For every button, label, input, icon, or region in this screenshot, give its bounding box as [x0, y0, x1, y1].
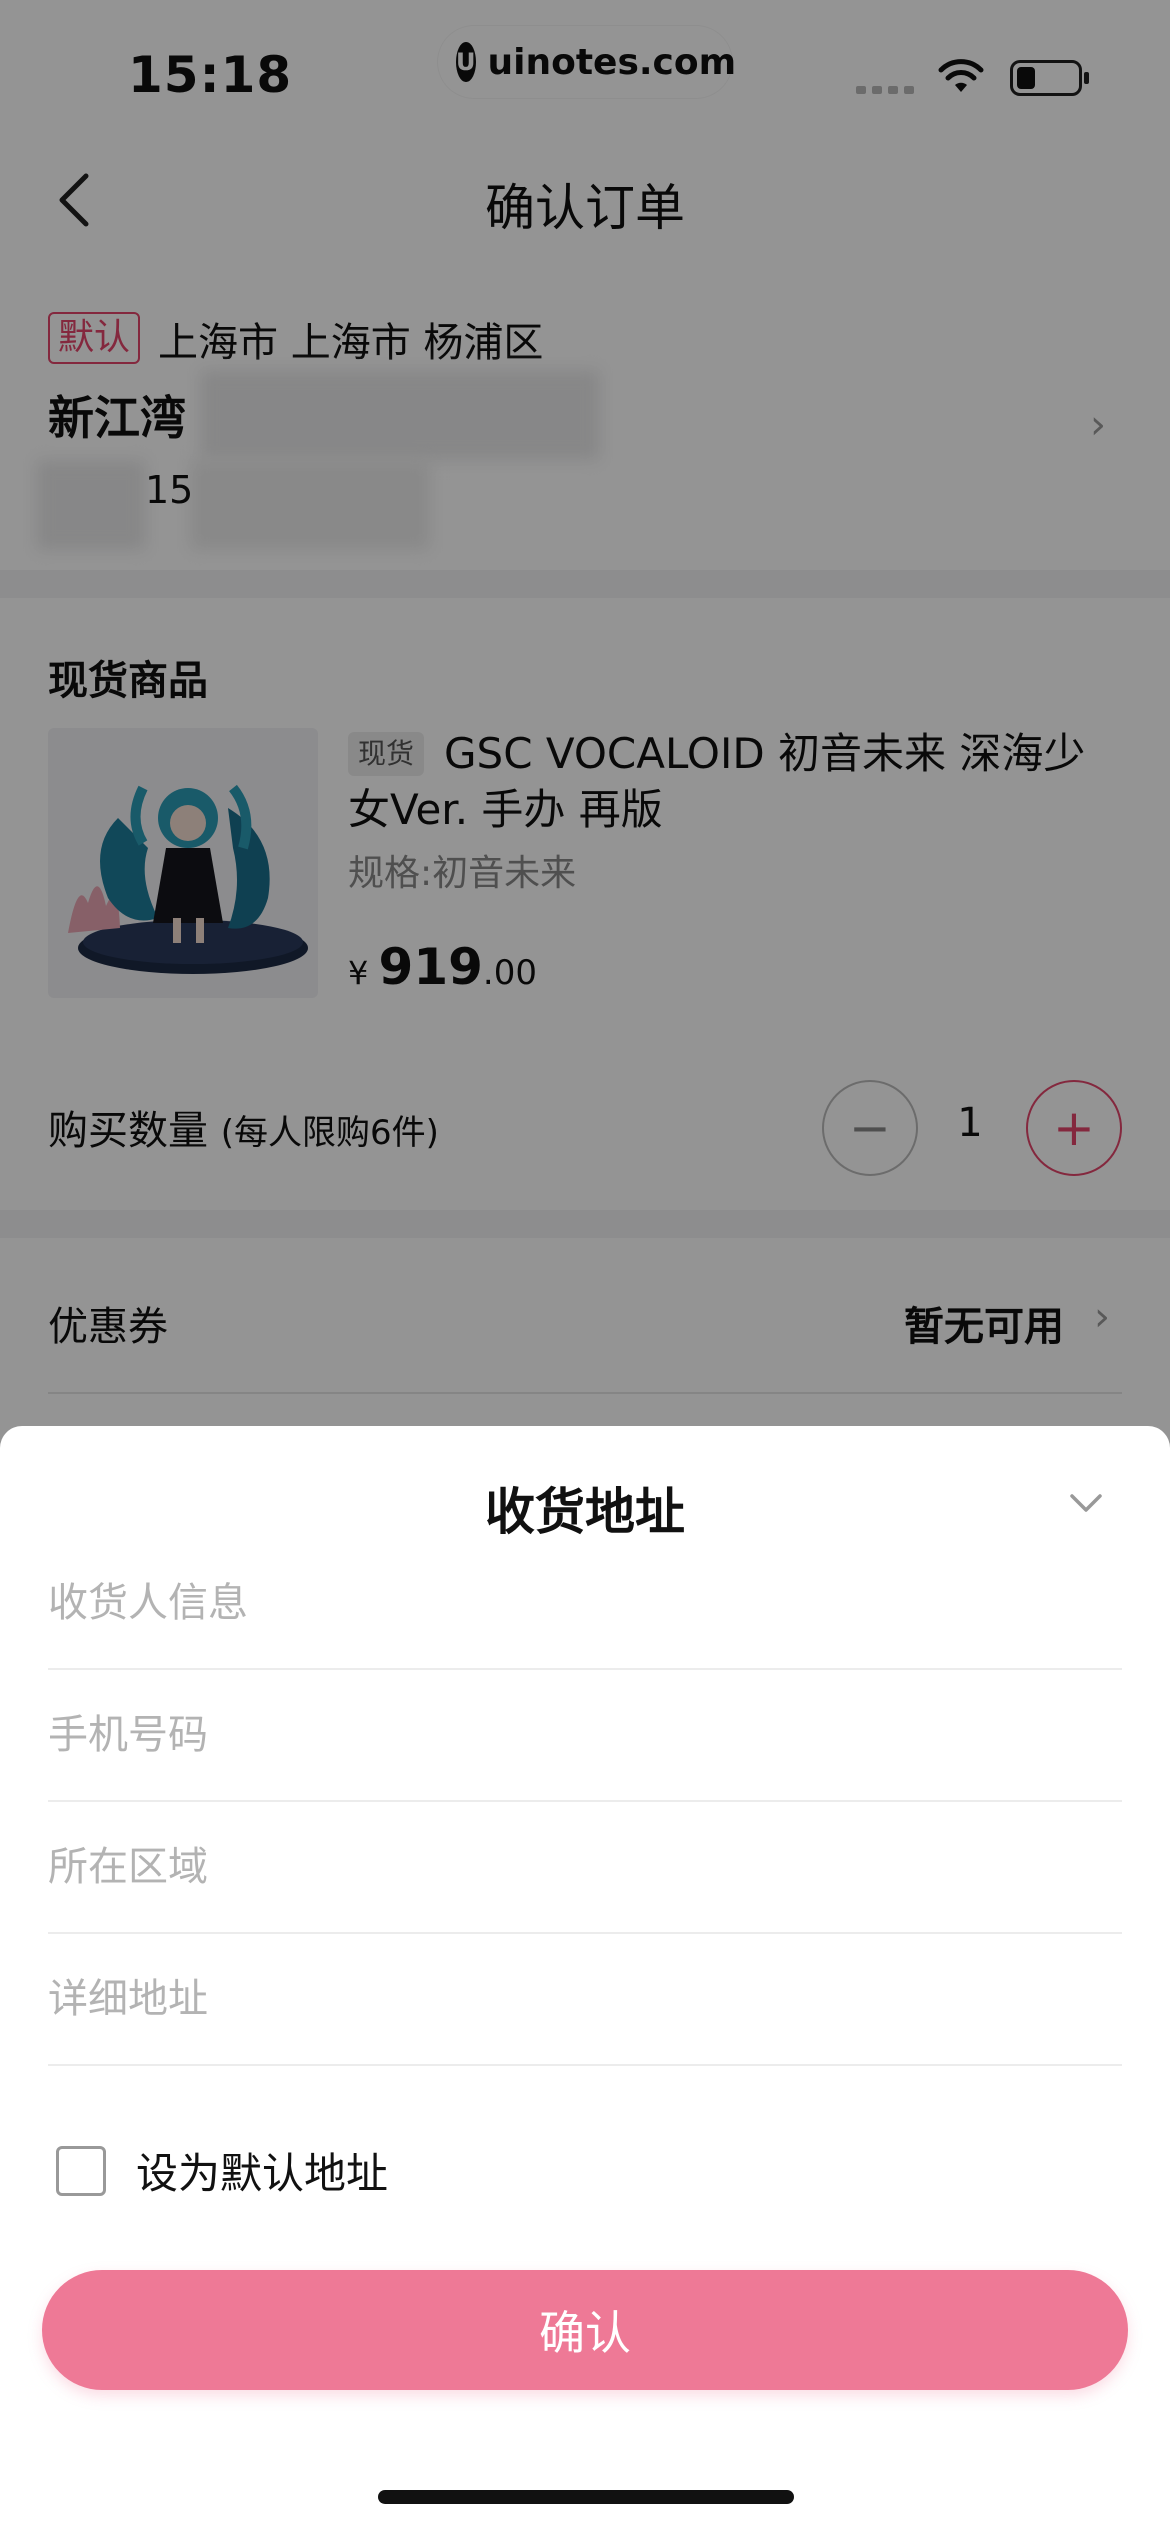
region-field [48, 1802, 1122, 1934]
recipient-name-input[interactable] [48, 1568, 1122, 1638]
phone-number-input[interactable] [48, 1700, 1122, 1770]
detail-address-field [48, 1934, 1122, 2066]
home-indicator [378, 2490, 794, 2504]
confirm-button[interactable]: 确认 [42, 2270, 1128, 2390]
recipient-name-field [48, 1538, 1122, 1670]
sheet-title: 收货地址 [485, 1483, 685, 1541]
detail-address-input[interactable] [48, 1964, 1122, 2034]
region-input[interactable] [48, 1832, 1122, 1902]
chevron-down-icon[interactable] [1066, 1482, 1106, 1522]
address-bottom-sheet: 收货地址 设为默认地址 确认 [0, 1426, 1170, 2532]
phone-number-field [48, 1670, 1122, 1802]
set-default-row[interactable]: 设为默认地址 [56, 2140, 388, 2201]
set-default-checkbox[interactable] [56, 2145, 106, 2196]
set-default-label: 设为默认地址 [136, 2149, 389, 2198]
